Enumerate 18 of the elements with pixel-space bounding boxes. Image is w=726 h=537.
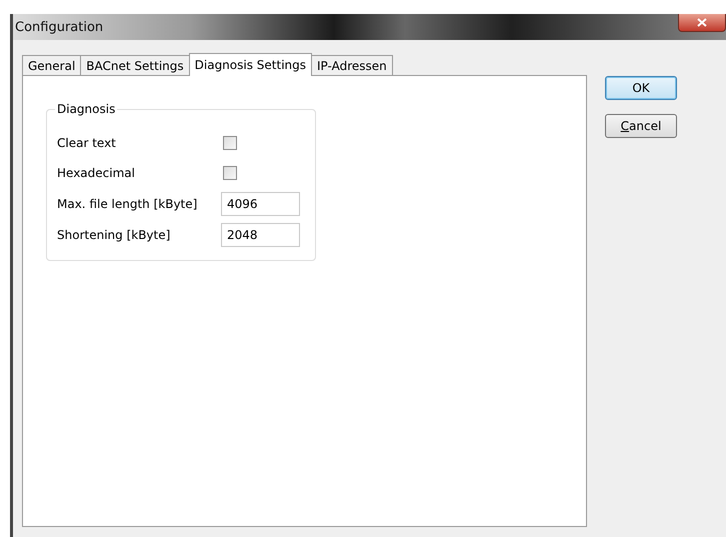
cancel-button[interactable]: Cancel	[605, 114, 677, 138]
field-label: Shortening [kByte]	[57, 228, 172, 242]
tab[interactable]: General	[22, 55, 82, 75]
close-icon	[697, 18, 707, 27]
option-label: Clear text	[57, 136, 117, 150]
option-label: Hexadecimal	[57, 166, 136, 180]
field-label: Max. file length [kByte]	[57, 196, 198, 210]
checkbox[interactable]	[223, 136, 237, 150]
tab[interactable]: IP-Adressen	[311, 55, 393, 75]
tab[interactable]: BACnet Settings	[80, 55, 190, 75]
checkbox[interactable]	[223, 166, 237, 180]
window-title: Configuration	[14, 20, 104, 34]
input-field[interactable]: 2048	[221, 222, 300, 246]
close-button[interactable]	[678, 14, 726, 32]
ok-button[interactable]: OK	[605, 76, 677, 100]
tab[interactable]: Diagnosis Settings	[188, 53, 312, 76]
group-title: Diagnosis	[55, 102, 118, 116]
input-field[interactable]: 4096	[221, 192, 300, 216]
